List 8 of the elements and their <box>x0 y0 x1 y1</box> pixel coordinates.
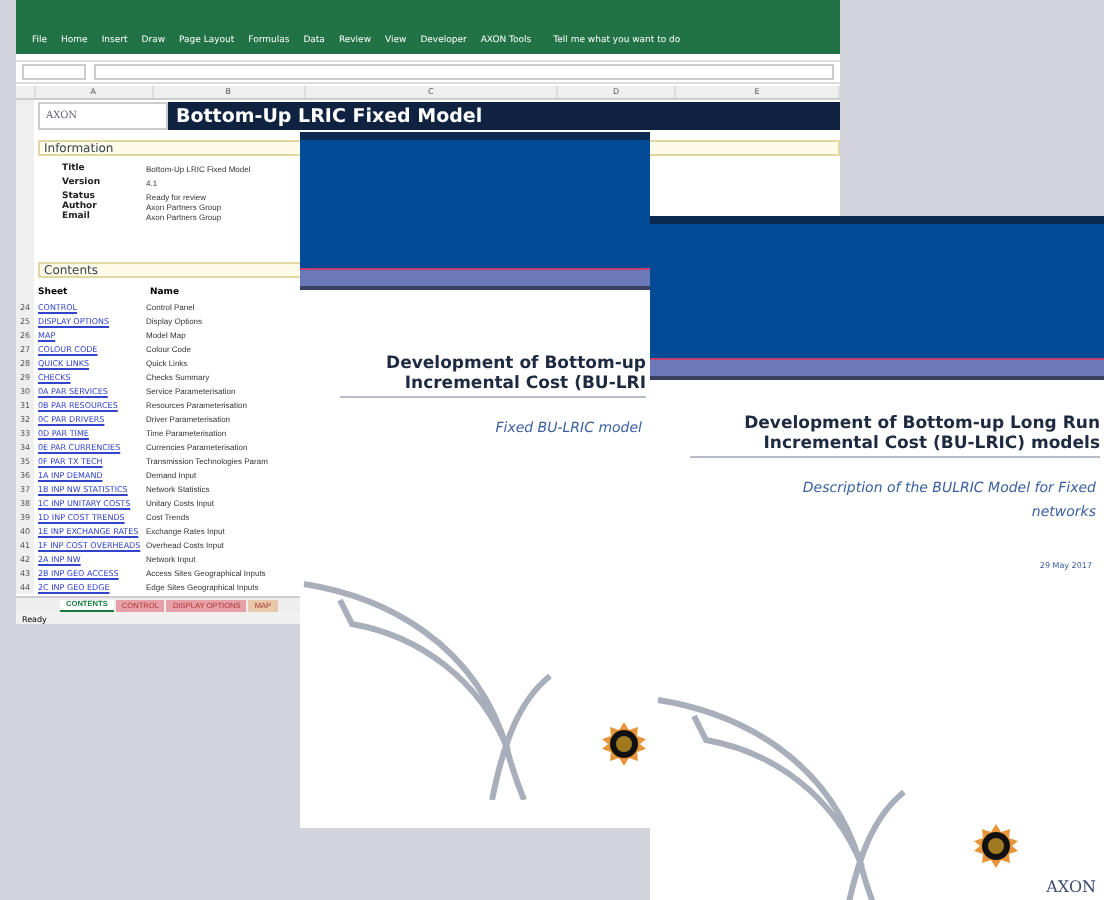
formula-field[interactable] <box>94 64 834 80</box>
name-box[interactable] <box>22 64 86 80</box>
logo: AXON <box>1046 878 1096 896</box>
emblem-icon <box>602 722 646 766</box>
emblem-icon <box>974 824 1018 868</box>
document-title: Development of Bottom-up Incremental Cost (BU-LRI <box>340 354 646 398</box>
banner-title: Bottom-Up LRIC Fixed Model <box>168 102 840 130</box>
document-title: Development of Bottom-up Long Run Incremental Cost (BU-LRIC) models <box>690 414 1100 458</box>
